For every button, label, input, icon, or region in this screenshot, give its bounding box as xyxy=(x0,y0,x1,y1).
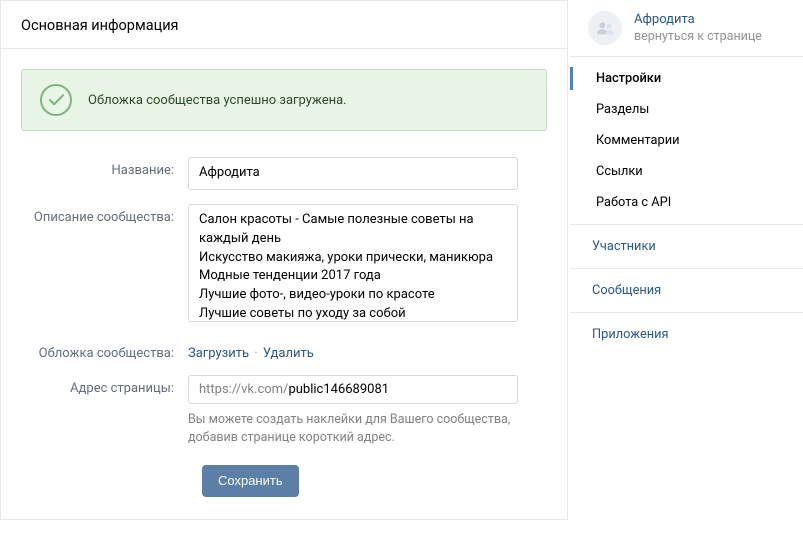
name-input[interactable] xyxy=(188,157,518,190)
success-banner: Обложка сообщества успешно загружена. xyxy=(21,69,547,131)
success-text: Обложка сообщества успешно загружена. xyxy=(88,93,347,108)
profile-name: Афродита xyxy=(634,11,762,29)
url-input-wrap[interactable]: https://vk.com/ xyxy=(188,375,518,404)
link-separator: · xyxy=(254,346,261,361)
nav-apps[interactable]: Приложения xyxy=(570,319,803,350)
url-hint: Вы можете создать наклейки для Вашего со… xyxy=(188,411,518,447)
save-button[interactable]: Сохранить xyxy=(202,465,299,497)
main-panel: Основная информация Обложка сообщества у… xyxy=(0,0,568,520)
nav-group-settings: Настройки Разделы Комментарии Ссылки Раб… xyxy=(570,57,803,225)
nav-sections[interactable]: Разделы xyxy=(570,94,803,125)
nav-messages[interactable]: Сообщения xyxy=(570,275,803,306)
name-label: Название: xyxy=(21,157,188,190)
url-input[interactable] xyxy=(288,382,507,397)
cover-upload-link[interactable]: Загрузить xyxy=(188,346,249,361)
cover-label: Обложка сообщества: xyxy=(21,340,188,361)
profile-card[interactable]: Афродита вернуться к странице xyxy=(570,0,803,57)
nav-links[interactable]: Ссылки xyxy=(570,156,803,187)
avatar xyxy=(588,11,622,45)
nav-comments[interactable]: Комментарии xyxy=(570,125,803,156)
checkmark-icon xyxy=(40,84,72,116)
url-prefix: https://vk.com/ xyxy=(199,382,288,397)
url-label: Адрес страницы: xyxy=(21,375,188,447)
description-label: Описание сообщества: xyxy=(21,204,188,326)
description-textarea[interactable]: Салон красоты - Самые полезные советы на… xyxy=(188,204,518,322)
cover-delete-link[interactable]: Удалить xyxy=(263,346,314,361)
nav-members[interactable]: Участники xyxy=(570,231,803,262)
sidebar: Афродита вернуться к странице Настройки … xyxy=(570,0,803,520)
nav-api[interactable]: Работа с API xyxy=(570,187,803,218)
nav-settings[interactable]: Настройки xyxy=(570,63,803,94)
profile-subtitle: вернуться к странице xyxy=(634,29,762,46)
page-title: Основная информация xyxy=(1,1,567,49)
